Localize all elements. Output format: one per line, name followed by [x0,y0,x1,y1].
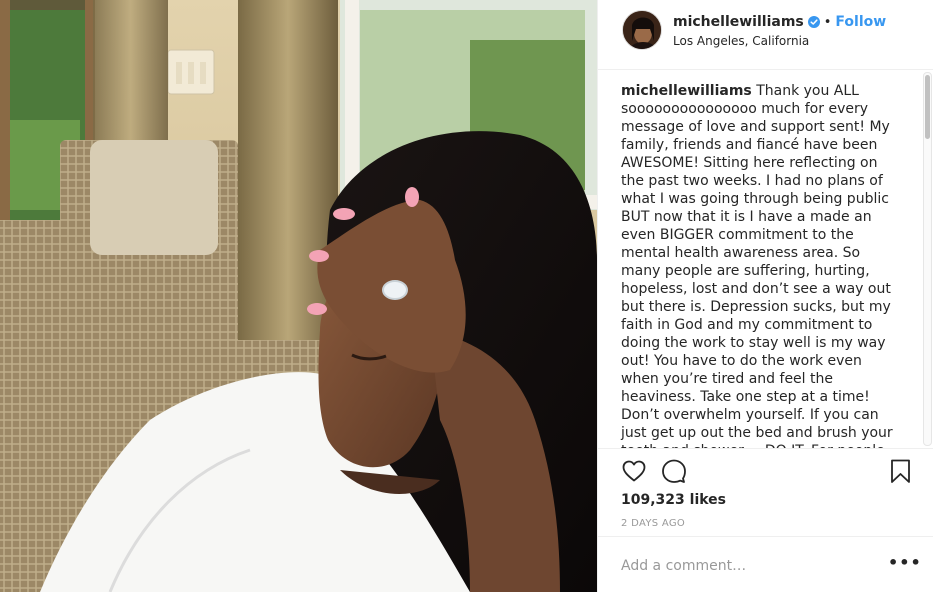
scrollbar-thumb[interactable] [925,75,930,139]
avatar-image [623,11,661,49]
bookmark-icon[interactable] [888,458,914,484]
post-sidebar: michellewilliams • Follow Los Angeles, C… [597,0,933,592]
separator-dot: • [823,14,832,30]
comment-bar: ••• [598,536,933,592]
post-image [0,0,597,592]
comment-input[interactable] [621,555,871,577]
caption-scrollbar[interactable] [923,72,932,446]
verified-badge-icon [807,16,820,28]
comment-bubble-icon[interactable] [661,458,687,484]
post-header: michellewilliams • Follow Los Angeles, C… [598,0,933,70]
username-row: michellewilliams • Follow [673,13,886,31]
post-photo[interactable] [0,0,597,592]
username[interactable]: michellewilliams [673,14,804,30]
caption-area[interactable]: michellewilliams Thank you ALL soooooooo… [598,70,933,448]
follow-button[interactable]: Follow [835,14,886,30]
post-timestamp[interactable]: 2 DAYS AGO [621,518,685,529]
caption: michellewilliams Thank you ALL soooooooo… [621,82,898,448]
heart-icon[interactable] [621,458,647,484]
caption-username[interactable]: michellewilliams [621,83,752,99]
more-options-icon[interactable]: ••• [888,555,921,574]
location-link[interactable]: Los Angeles, California [673,34,809,48]
post-actions: 109,323 likes 2 DAYS AGO [598,448,933,536]
avatar[interactable] [622,10,662,50]
caption-text: Thank you ALL sooooooooooooooo much for … [621,83,893,448]
likes-count[interactable]: 109,323 likes [621,492,726,508]
